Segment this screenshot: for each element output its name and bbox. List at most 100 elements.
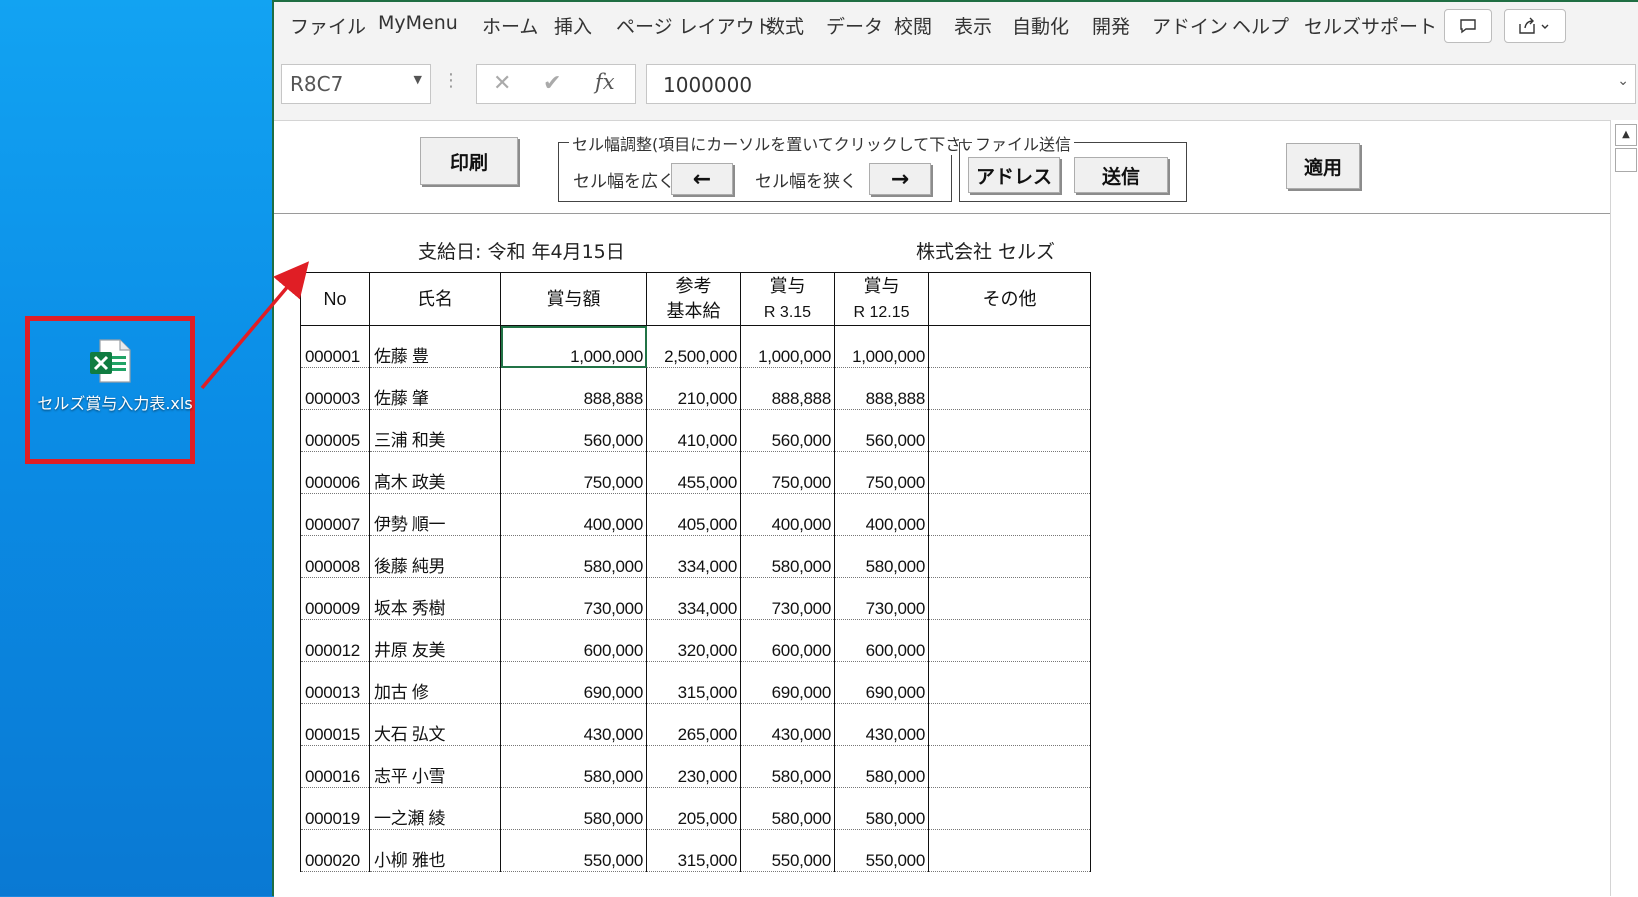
cell-name[interactable]: 加古 修 bbox=[369, 661, 501, 704]
cell-bonus[interactable]: 600,000 bbox=[500, 619, 647, 662]
cell-bonus-december[interactable]: 580,000 bbox=[834, 787, 929, 830]
cell-other[interactable] bbox=[928, 325, 1091, 368]
menu-automate[interactable]: 自動化 bbox=[1012, 12, 1069, 39]
cell-bonus-march[interactable]: 550,000 bbox=[740, 829, 835, 872]
cell-name[interactable]: 伊勢 順一 bbox=[369, 493, 501, 536]
cell-bonus-december[interactable]: 730,000 bbox=[834, 577, 929, 620]
header-other[interactable]: その他 bbox=[928, 272, 1091, 326]
cell-base[interactable]: 230,000 bbox=[646, 745, 741, 788]
cell-other[interactable] bbox=[928, 535, 1091, 578]
cell-name[interactable]: 小柳 雅也 bbox=[369, 829, 501, 872]
cell-bonus-march[interactable]: 888,888 bbox=[740, 367, 835, 410]
cell-base[interactable]: 334,000 bbox=[646, 577, 741, 620]
scroll-up-icon[interactable]: ▲ bbox=[1615, 124, 1637, 146]
cell-bonus-march[interactable]: 690,000 bbox=[740, 661, 835, 704]
menu-data[interactable]: データ bbox=[826, 12, 883, 39]
cell-no[interactable]: 000006 bbox=[300, 451, 370, 494]
cell-bonus[interactable]: 430,000 bbox=[500, 703, 647, 746]
cell-base[interactable]: 315,000 bbox=[646, 829, 741, 872]
menu-review[interactable]: 校閲 bbox=[894, 12, 932, 39]
send-button[interactable]: 送信 bbox=[1074, 157, 1168, 193]
menu-addins[interactable]: アドイン bbox=[1152, 12, 1228, 39]
cell-no[interactable]: 000013 bbox=[300, 661, 370, 704]
excel-file-icon[interactable] bbox=[88, 338, 134, 384]
cell-name[interactable]: 三浦 和美 bbox=[369, 409, 501, 452]
cell-bonus-december[interactable]: 600,000 bbox=[834, 619, 929, 662]
cell-base[interactable]: 320,000 bbox=[646, 619, 741, 662]
cell-bonus-march[interactable]: 400,000 bbox=[740, 493, 835, 536]
cell-no[interactable]: 000009 bbox=[300, 577, 370, 620]
drag-handle-icon[interactable]: ⋮ bbox=[442, 70, 460, 91]
cell-other[interactable] bbox=[928, 493, 1091, 536]
cell-bonus-march[interactable]: 580,000 bbox=[740, 745, 835, 788]
insert-function-icon[interactable]: fx bbox=[595, 70, 615, 94]
cell-base[interactable]: 210,000 bbox=[646, 367, 741, 410]
cell-base[interactable]: 455,000 bbox=[646, 451, 741, 494]
enter-check-icon[interactable]: ✔ bbox=[543, 71, 561, 96]
cell-bonus-december[interactable]: 750,000 bbox=[834, 451, 929, 494]
header-base-salary[interactable]: 参考 基本給 bbox=[646, 272, 741, 326]
comments-button[interactable] bbox=[1444, 9, 1492, 43]
menu-home[interactable]: ホーム bbox=[482, 12, 538, 39]
address-button[interactable]: アドレス bbox=[968, 157, 1060, 193]
cell-bonus[interactable]: 888,888 bbox=[500, 367, 647, 410]
narrow-button[interactable]: → bbox=[869, 163, 931, 195]
cell-bonus[interactable]: 1,000,000 bbox=[500, 325, 647, 368]
cell-bonus-december[interactable]: 580,000 bbox=[834, 535, 929, 578]
cell-base[interactable]: 405,000 bbox=[646, 493, 741, 536]
cell-bonus-december[interactable]: 1,000,000 bbox=[834, 325, 929, 368]
cell-base[interactable]: 334,000 bbox=[646, 535, 741, 578]
print-button[interactable]: 印刷 bbox=[420, 137, 518, 185]
cell-other[interactable] bbox=[928, 451, 1091, 494]
cell-bonus-december[interactable]: 690,000 bbox=[834, 661, 929, 704]
cell-no[interactable]: 000020 bbox=[300, 829, 370, 872]
cell-no[interactable]: 000007 bbox=[300, 493, 370, 536]
header-bonus-december[interactable]: 賞与 R 12.15 bbox=[834, 272, 929, 326]
name-box[interactable]: R8C7 ▼ bbox=[281, 64, 431, 104]
menu-help[interactable]: ヘルプ bbox=[1232, 12, 1289, 39]
menu-view[interactable]: 表示 bbox=[954, 12, 992, 39]
menu-formulas[interactable]: 数式 bbox=[766, 12, 804, 39]
cell-bonus-march[interactable]: 1,000,000 bbox=[740, 325, 835, 368]
cell-name[interactable]: 佐藤 肇 bbox=[369, 367, 501, 410]
cell-no[interactable]: 000008 bbox=[300, 535, 370, 578]
apply-button[interactable]: 適用 bbox=[1286, 143, 1360, 189]
cell-base[interactable]: 2,500,000 bbox=[646, 325, 741, 368]
dropdown-arrow-icon[interactable]: ▼ bbox=[414, 73, 422, 86]
cell-bonus[interactable]: 690,000 bbox=[500, 661, 647, 704]
cell-bonus-march[interactable]: 600,000 bbox=[740, 619, 835, 662]
cell-other[interactable] bbox=[928, 367, 1091, 410]
header-bonus-amount[interactable]: 賞与額 bbox=[500, 272, 647, 326]
cell-bonus[interactable]: 580,000 bbox=[500, 787, 647, 830]
cell-bonus[interactable]: 580,000 bbox=[500, 535, 647, 578]
cell-no[interactable]: 000019 bbox=[300, 787, 370, 830]
cell-name[interactable]: 後藤 純男 bbox=[369, 535, 501, 578]
cell-other[interactable] bbox=[928, 409, 1091, 452]
cell-base[interactable]: 315,000 bbox=[646, 661, 741, 704]
cell-bonus[interactable]: 580,000 bbox=[500, 745, 647, 788]
cell-bonus-march[interactable]: 580,000 bbox=[740, 535, 835, 578]
desktop-file-label[interactable]: セルズ賞与入力表.xls bbox=[36, 392, 194, 415]
cell-other[interactable] bbox=[928, 577, 1091, 620]
cell-base[interactable]: 410,000 bbox=[646, 409, 741, 452]
cell-bonus-march[interactable]: 580,000 bbox=[740, 787, 835, 830]
cell-bonus-december[interactable]: 560,000 bbox=[834, 409, 929, 452]
menu-cells-support[interactable]: セルズサポート bbox=[1304, 12, 1437, 39]
cell-name[interactable]: 志平 小雪 bbox=[369, 745, 501, 788]
scroll-thumb[interactable] bbox=[1615, 148, 1637, 172]
cell-name[interactable]: 井原 友美 bbox=[369, 619, 501, 662]
menu-file[interactable]: ファイル bbox=[290, 12, 366, 39]
expand-formula-bar-icon[interactable]: ⌄ bbox=[1617, 73, 1629, 89]
cell-bonus[interactable]: 550,000 bbox=[500, 829, 647, 872]
cell-name[interactable]: 髙木 政美 bbox=[369, 451, 501, 494]
cell-name[interactable]: 一之瀬 綾 bbox=[369, 787, 501, 830]
menu-insert[interactable]: 挿入 bbox=[554, 12, 592, 39]
cell-no[interactable]: 000016 bbox=[300, 745, 370, 788]
cell-bonus[interactable]: 750,000 bbox=[500, 451, 647, 494]
share-button[interactable] bbox=[1504, 9, 1566, 43]
cancel-icon[interactable]: ✕ bbox=[493, 71, 511, 96]
cell-name[interactable]: 大石 弘文 bbox=[369, 703, 501, 746]
formula-input[interactable]: 1000000 ⌄ bbox=[646, 64, 1636, 104]
cell-base[interactable]: 265,000 bbox=[646, 703, 741, 746]
cell-bonus[interactable]: 400,000 bbox=[500, 493, 647, 536]
